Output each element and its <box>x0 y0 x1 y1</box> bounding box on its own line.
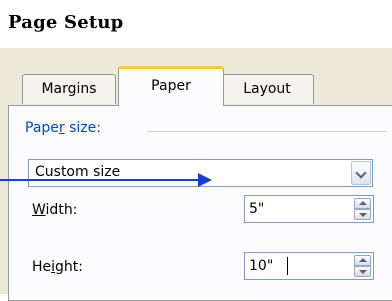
paper-size-section-label: Paper size: <box>25 120 109 136</box>
tab-paper[interactable]: Paper <box>118 66 224 106</box>
width-spin-buttons <box>354 198 371 220</box>
paper-size-selected-value: Custom size <box>35 164 121 180</box>
width-input[interactable] <box>249 199 345 219</box>
width-label-accelerator: W <box>32 202 46 218</box>
spin-up-icon[interactable] <box>354 198 371 209</box>
height-spin-buttons <box>354 255 371 277</box>
spin-down-icon[interactable] <box>354 266 371 277</box>
tab-margins[interactable]: Margins <box>22 74 116 104</box>
height-label: Height: <box>32 259 83 275</box>
paper-size-dropdown[interactable]: Custom size <box>28 159 373 187</box>
height-input[interactable] <box>249 256 345 276</box>
paper-size-label-part: Pape <box>25 120 59 136</box>
tab-layout[interactable]: Layout <box>220 74 314 104</box>
spin-down-icon[interactable] <box>354 209 371 220</box>
dialog-title: Page Setup <box>8 12 124 33</box>
spin-up-icon[interactable] <box>354 255 371 266</box>
chevron-down-icon[interactable] <box>351 161 371 185</box>
section-divider <box>147 131 387 132</box>
text-cursor <box>287 257 288 275</box>
width-spinner[interactable] <box>244 195 374 223</box>
height-label-part: ght: <box>55 259 83 275</box>
width-label-part: idth: <box>45 202 78 218</box>
height-spinner[interactable] <box>244 252 374 280</box>
title-bar: Page Setup <box>0 0 392 48</box>
tab-strip: Margins Paper Layout <box>8 66 388 106</box>
width-label: Width: <box>32 202 77 218</box>
height-label-part: He <box>32 259 52 275</box>
paper-size-label-part: size: <box>64 120 101 136</box>
